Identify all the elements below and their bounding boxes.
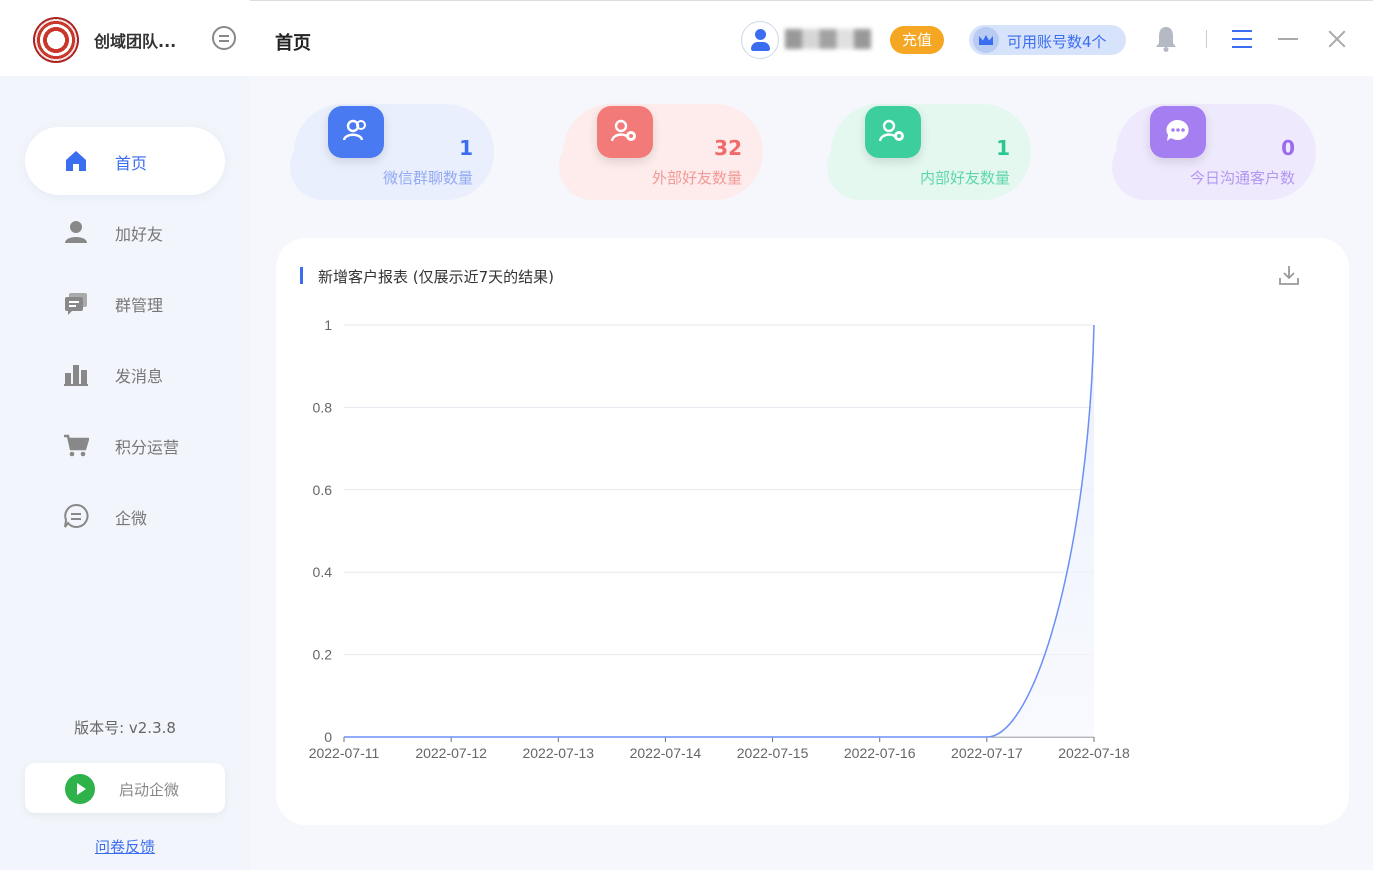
stat-label: 外部好友数量 [651, 169, 742, 187]
stat-value: 32 [714, 136, 742, 160]
stat-label: 内部好友数量 [919, 169, 1010, 187]
internal-friend-icon [865, 106, 921, 158]
x-tick-label: 2022-07-18 [1058, 745, 1130, 761]
sidebar-item-group-manage[interactable]: 群管理 [25, 269, 225, 337]
x-tick-label: 2022-07-16 [844, 745, 916, 761]
available-accounts-label: 可用账号数4个 [1007, 33, 1107, 51]
top-header: 首页 充值 可用账号数4个 [250, 0, 1373, 76]
feedback-link[interactable]: 问卷反馈 [0, 836, 250, 857]
minimize-icon[interactable] [1278, 38, 1298, 40]
recharge-button[interactable]: 充值 [890, 26, 944, 54]
sidebar-item-label: 企微 [115, 509, 148, 528]
x-tick-label: 2022-07-14 [630, 745, 702, 761]
version-label: 版本号: v2.3.8 [74, 719, 176, 737]
sidebar-item-label: 群管理 [115, 296, 164, 315]
sidebar-item-home[interactable]: 首页 [25, 127, 225, 195]
bar-chart-icon [64, 365, 88, 386]
series-area [344, 325, 1094, 737]
sidebar: 创域团队... 首页 加好友 群管理 发消息 积分运营 企微 版本号: v2.3… [0, 0, 250, 870]
menu-icon[interactable] [1232, 30, 1252, 48]
launch-wecom-label: 启动企微 [119, 781, 180, 799]
sidebar-item-add-friend[interactable]: 加好友 [25, 198, 225, 266]
x-tick-label: 2022-07-11 [309, 745, 380, 761]
stat-card-external-friends[interactable]: 32 外部好友数量 [559, 100, 768, 202]
sidebar-item-label: 发消息 [115, 367, 164, 386]
sidebar-item-label: 首页 [115, 154, 148, 173]
chat-bubble-icon [64, 503, 89, 528]
sidebar-item-points[interactable]: 积分运营 [25, 411, 225, 479]
available-accounts-badge[interactable]: 可用账号数4个 [969, 25, 1126, 55]
brand-header: 创域团队... [0, 0, 250, 76]
sidebar-item-wecom[interactable]: 企微 [25, 482, 225, 550]
stat-card-internal-friends[interactable]: 1 内部好友数量 [827, 100, 1036, 202]
user-icon [65, 221, 87, 243]
page-title: 首页 [275, 33, 311, 54]
play-icon [65, 774, 95, 804]
x-tick-label: 2022-07-15 [737, 745, 809, 761]
y-tick-label: 0.6 [313, 482, 333, 498]
sidebar-item-send-message[interactable]: 发消息 [25, 340, 225, 408]
stat-card-today-customers[interactable]: 0 今日沟通客户数 [1112, 100, 1321, 202]
y-tick-label: 0.4 [313, 564, 333, 580]
stat-value: 1 [459, 136, 473, 160]
y-tick-label: 0.2 [313, 647, 333, 663]
stat-value: 0 [1281, 136, 1295, 160]
stat-label: 今日沟通客户数 [1189, 169, 1295, 187]
stat-label: 微信群聊数量 [382, 169, 473, 187]
group-chat-icon [65, 293, 87, 315]
y-tick-label: 0.8 [313, 399, 333, 415]
sidebar-item-label: 积分运营 [115, 438, 180, 457]
new-customer-chart: 0 0.2 0.4 0.6 0.8 1 2022-07-11 2022-07-12 2022-0… [309, 317, 1130, 761]
x-tick-label: 2022-07-17 [951, 745, 1023, 761]
home-icon [66, 151, 86, 171]
external-friend-icon [597, 106, 653, 158]
app-logo [33, 17, 79, 63]
collapse-sidebar-icon[interactable] [212, 26, 236, 50]
cart-icon [64, 434, 89, 457]
launch-wecom-button[interactable]: 启动企微 [25, 763, 225, 813]
x-tick-label: 2022-07-12 [415, 745, 487, 761]
y-tick-label: 1 [324, 317, 332, 333]
series-line [344, 324, 1095, 738]
bell-icon[interactable] [1155, 26, 1177, 52]
x-tick-label: 2022-07-13 [522, 745, 594, 761]
username-blurred[interactable] [785, 29, 871, 49]
chat-dots-icon [1150, 106, 1206, 158]
group-icon [328, 106, 384, 158]
new-customer-report-panel: 新增客户报表 (仅展示近7天的结果) 0 0.2 0.4 0.6 0.8 1 2022-07… [276, 238, 1349, 825]
crown-icon [973, 27, 999, 53]
sidebar-item-label: 加好友 [115, 225, 164, 244]
close-icon[interactable] [1327, 29, 1347, 49]
brand-name: 创域团队... [94, 32, 177, 51]
header-divider [1206, 30, 1207, 48]
stat-card-wechat-groups[interactable]: 1 微信群聊数量 [290, 100, 499, 202]
avatar-icon[interactable] [741, 21, 779, 59]
stat-value: 1 [996, 136, 1010, 160]
y-tick-label: 0 [324, 729, 332, 745]
